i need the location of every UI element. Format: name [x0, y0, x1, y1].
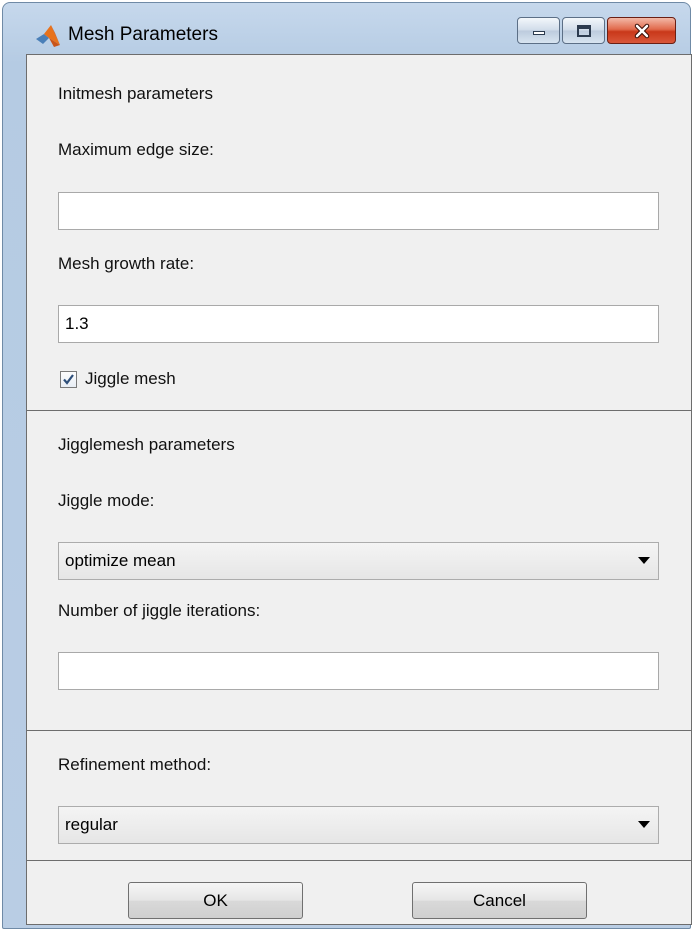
mesh-growth-rate-label: Mesh growth rate:	[58, 254, 195, 273]
minimize-button[interactable]	[517, 17, 560, 44]
jiggle-mesh-label: Jiggle mesh	[85, 369, 176, 388]
dropdown-arrow-icon[interactable]	[630, 544, 658, 578]
checkbox-box[interactable]	[60, 370, 77, 388]
jigglemesh-heading: Jigglemesh parameters	[58, 435, 235, 454]
jiggle-iterations-label: Number of jiggle iterations:	[58, 601, 261, 620]
refinement-method-value: regular	[65, 815, 118, 834]
jigglemesh-panel: Jigglemesh parameters Jiggle mode: optim…	[26, 410, 692, 732]
initmesh-panel: Initmesh parameters Maximum edge size: M…	[26, 54, 692, 412]
minimize-icon	[532, 30, 545, 35]
jiggle-mode-label: Jiggle mode:	[58, 491, 155, 510]
matlab-logo-icon	[36, 25, 60, 47]
mesh-parameters-window: Mesh Parameters Initmesh parameters Maxi…	[2, 2, 692, 929]
dropdown-arrow-icon[interactable]	[630, 808, 658, 842]
jiggle-mode-value: optimize mean	[65, 551, 176, 570]
button-panel: OK Cancel	[26, 860, 692, 925]
max-edge-size-label: Maximum edge size:	[58, 140, 214, 159]
refinement-panel: Refinement method: regular	[26, 730, 692, 862]
ok-button[interactable]: OK	[128, 882, 303, 919]
close-button[interactable]	[607, 17, 676, 44]
dialog-client-area: Initmesh parameters Maximum edge size: M…	[26, 54, 692, 925]
checkmark-icon	[63, 373, 74, 385]
jiggle-mesh-checkbox[interactable]: Jiggle mesh	[60, 369, 176, 389]
window-title: Mesh Parameters	[68, 24, 218, 45]
maximize-icon	[576, 24, 591, 37]
title-bar[interactable]: Mesh Parameters	[3, 3, 690, 47]
initmesh-heading: Initmesh parameters	[58, 84, 213, 103]
jiggle-iterations-input[interactable]	[58, 652, 659, 690]
refinement-method-label: Refinement method:	[58, 755, 212, 774]
close-icon	[634, 23, 649, 38]
mesh-growth-rate-input[interactable]	[58, 305, 659, 343]
cancel-button[interactable]: Cancel	[412, 882, 587, 919]
max-edge-size-input[interactable]	[58, 192, 659, 230]
maximize-button[interactable]	[562, 17, 605, 44]
refinement-method-dropdown[interactable]: regular	[58, 806, 659, 844]
jiggle-mode-dropdown[interactable]: optimize mean	[58, 542, 659, 580]
